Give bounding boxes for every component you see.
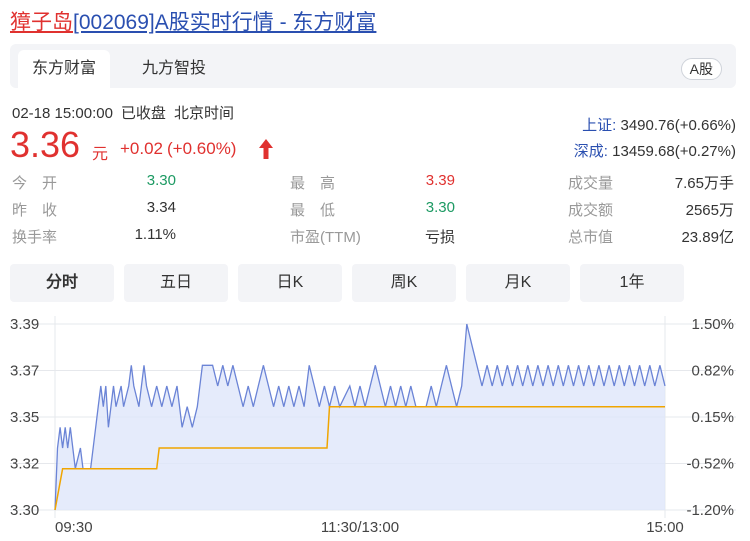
period-button[interactable]: 五日 bbox=[124, 264, 228, 302]
x-tick-label: 09:30 bbox=[55, 519, 93, 536]
period-button[interactable]: 月K bbox=[466, 264, 570, 302]
stat-label: 市盈(TTM) bbox=[290, 229, 361, 246]
index-label: 上证: bbox=[582, 117, 617, 134]
index-value: 13459.68(+0.27%) bbox=[612, 143, 736, 160]
index-value: 3490.76(+0.66%) bbox=[620, 117, 736, 134]
index-shanghai[interactable]: 上证: 3490.76(+0.66%) bbox=[582, 114, 736, 135]
index-shenzhen[interactable]: 深成: 13459.68(+0.27%) bbox=[574, 140, 736, 161]
stat-value: 23.89亿 bbox=[681, 229, 734, 246]
price-change: +0.02 (+0.60%) bbox=[120, 139, 240, 159]
timezone-label: 北京时间 bbox=[173, 105, 234, 122]
period-button[interactable]: 1年 bbox=[580, 264, 684, 302]
y-tick-label: 3.39 bbox=[10, 316, 39, 333]
y-tick-label-right: 1.50% bbox=[691, 316, 734, 333]
stat-value: 亏损 bbox=[424, 229, 455, 246]
y-tick-label-right: 0.15% bbox=[691, 409, 734, 426]
stat-value: 2565万 bbox=[685, 202, 734, 219]
y-tick-label-right: -1.20% bbox=[686, 502, 734, 519]
x-tick-label: 15:00 bbox=[646, 519, 684, 536]
period-button[interactable]: 周K bbox=[352, 264, 456, 302]
y-tick-label-right: 0.82% bbox=[691, 363, 734, 380]
quote-timestamp: 02-18 15:00:00 已收盘 北京时间 bbox=[12, 102, 242, 123]
tab-eastmoney[interactable]: 东方财富 bbox=[18, 50, 111, 88]
stat-value: 3.30 bbox=[425, 199, 455, 216]
change-percent: (+0.60%) bbox=[167, 139, 237, 158]
title-link[interactable]: [002069]A股实时行情 - 东方财富 bbox=[73, 11, 376, 34]
page-title: 獐子岛[002069]A股实时行情 - 东方财富 bbox=[10, 6, 376, 36]
y-tick-label: 3.35 bbox=[10, 409, 39, 426]
stat-label: 换手率 bbox=[12, 229, 58, 246]
price-area bbox=[55, 324, 665, 510]
stat-value: 3.39 bbox=[425, 172, 455, 189]
tab-jiufang[interactable]: 九方智投 bbox=[128, 50, 220, 88]
x-tick-label: 11:30/13:00 bbox=[321, 519, 399, 536]
stat-label: 成交额 bbox=[568, 202, 614, 219]
market-state: 已收盘 bbox=[120, 105, 166, 122]
index-label: 深成: bbox=[573, 143, 608, 160]
stat-value: 7.65万手 bbox=[674, 175, 734, 192]
y-tick-label: 3.32 bbox=[10, 456, 39, 473]
change-value: +0.02 bbox=[120, 139, 164, 158]
intraday-chart: 3.39 3.37 3.35 3.32 3.30 1.50% 0.82% 0.15% -0.52… bbox=[10, 316, 736, 536]
arrow-up-icon bbox=[259, 139, 273, 159]
source-tabbar: 东方财富 九方智投 A股 bbox=[10, 44, 736, 88]
stat-value: 3.30 bbox=[146, 172, 176, 189]
y-tick-label: 3.37 bbox=[10, 363, 39, 380]
period-button[interactable]: 分时 bbox=[10, 264, 114, 302]
stat-value: 3.34 bbox=[146, 199, 176, 216]
stock-name-link[interactable]: 獐子岛 bbox=[10, 11, 73, 34]
quote-datetime: 02-18 15:00:00 bbox=[12, 105, 113, 122]
price-unit: 元 bbox=[92, 146, 109, 163]
stat-label: 今 开 bbox=[12, 175, 58, 192]
y-tick-label: 3.30 bbox=[10, 502, 39, 519]
stat-label: 最 高 bbox=[290, 175, 336, 192]
stat-label: 昨 收 bbox=[12, 202, 58, 219]
last-price: 3.36 bbox=[10, 124, 81, 165]
stat-label: 最 低 bbox=[290, 202, 336, 219]
stat-label: 总市值 bbox=[568, 229, 614, 246]
stat-label: 成交量 bbox=[568, 175, 614, 192]
stat-value: 1.11% bbox=[134, 226, 176, 243]
market-badge[interactable]: A股 bbox=[680, 58, 722, 80]
period-button[interactable]: 日K bbox=[238, 264, 342, 302]
y-tick-label-right: -0.52% bbox=[686, 456, 734, 473]
